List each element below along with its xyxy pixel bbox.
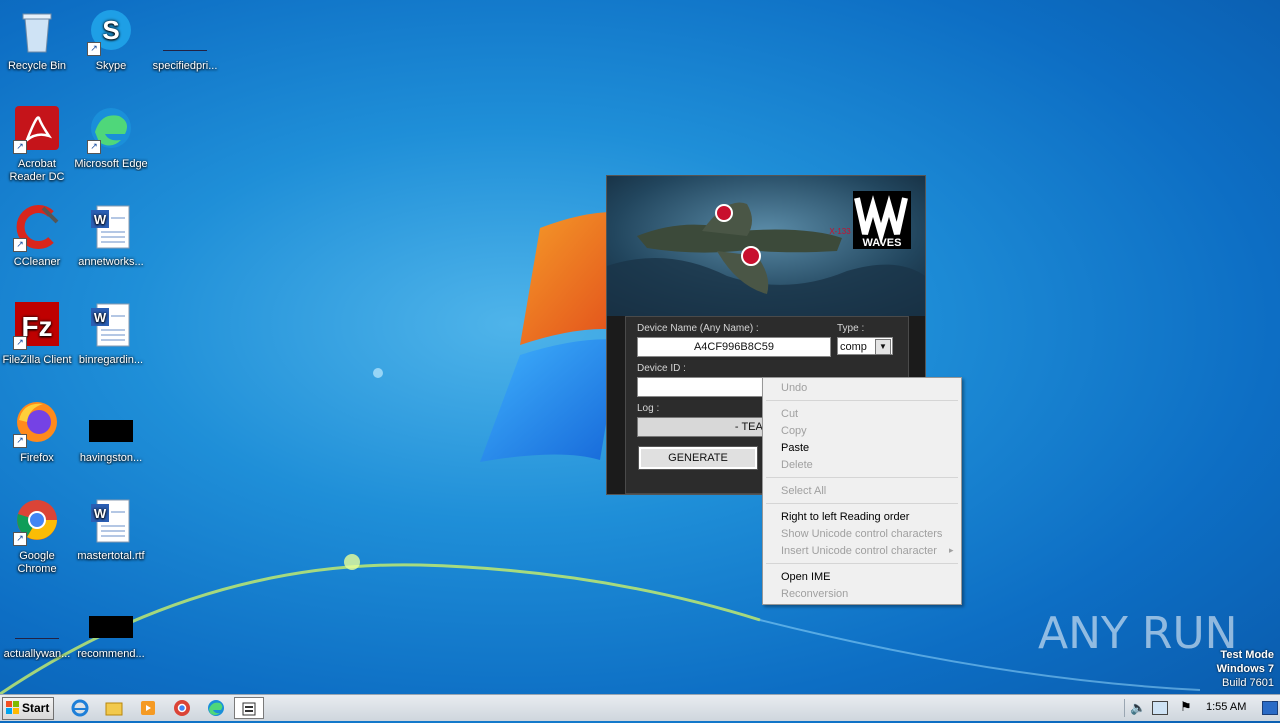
svg-text:W: W — [94, 506, 107, 521]
menu-separator — [766, 400, 958, 401]
blank-file-icon — [161, 8, 209, 56]
menu-item-rtl-reading-order[interactable]: Right to left Reading order — [781, 511, 909, 523]
desktop-icon-chrome[interactable]: ↗ Google Chrome — [0, 498, 74, 576]
blank-file-icon — [13, 596, 61, 644]
word-doc-icon: W — [87, 302, 135, 350]
word-doc-icon: W — [87, 204, 135, 252]
menu-separator — [766, 503, 958, 504]
menu-item-undo[interactable]: Undo — [781, 382, 807, 394]
shortcut-arrow-icon: ↗ — [87, 140, 101, 154]
edge-icon: ↗ — [87, 106, 135, 154]
device-name-label: Device Name (Any Name) : — [637, 323, 759, 334]
shortcut-arrow-icon: ↗ — [13, 532, 27, 546]
chevron-down-icon[interactable]: ▼ — [875, 339, 891, 355]
network-icon[interactable] — [1152, 701, 1168, 715]
filezilla-icon: Fz ↗ — [13, 302, 61, 350]
svg-text:S: S — [102, 15, 119, 45]
desktop-icon-mastertotal[interactable]: W mastertotal.rtf — [74, 498, 148, 563]
menu-item-insert-unicode[interactable]: Insert Unicode control character — [781, 545, 937, 557]
volume-icon[interactable]: 🔈 — [1130, 700, 1146, 716]
menu-item-delete[interactable]: Delete — [781, 459, 813, 471]
menu-item-reconversion[interactable]: Reconversion — [781, 588, 848, 600]
os-name-text: Windows 7 — [1216, 663, 1274, 675]
type-select[interactable]: comp ▼ — [837, 337, 893, 355]
desktop-icon-acrobat[interactable]: ↗ Acrobat Reader DC — [0, 106, 74, 184]
menu-item-cut[interactable]: Cut — [781, 408, 798, 420]
desktop-icon-ccleaner[interactable]: ↗ CCleaner — [0, 204, 74, 269]
skype-icon: S ↗ — [87, 8, 135, 56]
shortcut-arrow-icon: ↗ — [13, 140, 27, 154]
start-label: Start — [22, 701, 50, 715]
test-mode-notice: Test Mode Windows 7 Build 7601 — [1217, 648, 1274, 690]
waves-logo-text: WAVES — [863, 237, 902, 249]
chrome-icon: ↗ — [13, 498, 61, 546]
anyrun-brand-text: ANY RUN — [1038, 608, 1238, 659]
device-id-label: Device ID : — [637, 363, 686, 374]
build-text: Build 7601 — [1222, 677, 1274, 689]
shortcut-arrow-icon: ↗ — [13, 238, 27, 252]
firefox-icon: ↗ — [13, 400, 61, 448]
taskbar-chrome-button[interactable] — [168, 697, 196, 719]
anyrun-watermark: ANY RUN — [1038, 608, 1238, 668]
desktop-icon-actuallywan[interactable]: actuallywan... — [0, 596, 74, 661]
shortcut-arrow-icon: ↗ — [87, 42, 101, 56]
svg-text:W: W — [94, 212, 107, 227]
ccleaner-icon: ↗ — [13, 204, 61, 252]
desktop-icon-filezilla[interactable]: Fz ↗ FileZilla Client — [0, 302, 74, 367]
type-label: Type : — [837, 323, 865, 334]
show-desktop-icon[interactable] — [1262, 701, 1278, 715]
type-select-value: comp — [840, 341, 867, 353]
menu-item-copy[interactable]: Copy — [781, 425, 807, 437]
tray-divider — [1124, 699, 1125, 717]
desktop-icon-annetworks[interactable]: W annetworks... — [74, 204, 148, 269]
submenu-arrow-icon: ▸ — [949, 545, 954, 555]
desktop-icon-binregardin[interactable]: W binregardin... — [74, 302, 148, 367]
generate-button[interactable]: GENERATE — [638, 446, 758, 470]
windows-logo-icon — [6, 701, 19, 714]
test-mode-text: Test Mode — [1220, 649, 1274, 661]
taskbar-edge-button[interactable] — [202, 697, 230, 719]
desktop-icon-skype[interactable]: S ↗ Skype — [74, 8, 148, 73]
menu-item-paste[interactable]: Paste — [781, 442, 809, 454]
desktop-icon-firefox[interactable]: ↗ Firefox — [0, 400, 74, 465]
action-center-flag-icon[interactable]: ⚑ — [1180, 699, 1192, 715]
edge-icon — [208, 700, 224, 716]
desktop-icon-recommend[interactable]: recommend... — [74, 596, 148, 661]
taskbar-keygen-button[interactable] — [234, 697, 264, 719]
menu-item-show-unicode[interactable]: Show Unicode control characters — [781, 528, 942, 540]
menu-item-select-all[interactable]: Select All — [781, 485, 826, 497]
desktop-icon-havingston[interactable]: havingston... — [74, 400, 148, 465]
acrobat-icon: ↗ — [13, 106, 61, 154]
menu-separator — [766, 477, 958, 478]
black-thumbnail-icon — [87, 596, 135, 644]
chrome-icon — [174, 700, 190, 716]
desktop-icon-recycle-bin[interactable]: Recycle Bin — [0, 8, 74, 73]
system-tray: 🔈 ⚑ — [1124, 695, 1280, 721]
keygen-banner-image: WAVES X-133 — [607, 176, 925, 316]
keygen-app-icon — [242, 702, 256, 716]
ie-icon — [71, 699, 89, 717]
taskbar: Start 🔈 ⚑ 1:55 AM — [0, 694, 1280, 721]
edit-context-menu: Undo Cut Copy Paste Delete Select All Ri… — [762, 377, 962, 605]
recycle-bin-icon — [13, 8, 61, 56]
taskbar-ie-button[interactable] — [66, 697, 94, 719]
black-thumbnail-icon — [87, 400, 135, 448]
taskbar-explorer-button[interactable] — [100, 697, 128, 719]
menu-separator — [766, 563, 958, 564]
desktop-icon-edge[interactable]: ↗ Microsoft Edge — [74, 106, 148, 171]
media-player-icon — [141, 701, 155, 715]
svg-text:W: W — [94, 310, 107, 325]
plane-marking-text: X-133 — [829, 227, 851, 236]
device-name-input[interactable]: A4CF996B8C59 — [637, 337, 831, 357]
shortcut-arrow-icon: ↗ — [13, 434, 27, 448]
log-label: Log : — [637, 403, 660, 414]
taskbar-media-player-button[interactable] — [134, 697, 162, 719]
shortcut-arrow-icon: ↗ — [13, 336, 27, 350]
word-doc-icon: W — [87, 498, 135, 546]
menu-item-open-ime[interactable]: Open IME — [781, 571, 831, 583]
start-button[interactable]: Start — [2, 697, 54, 720]
desktop-icon-specifiedpri[interactable]: specifiedpri... — [148, 8, 222, 73]
explorer-icon — [105, 702, 123, 716]
taskbar-clock[interactable]: 1:55 AM — [1206, 701, 1246, 713]
